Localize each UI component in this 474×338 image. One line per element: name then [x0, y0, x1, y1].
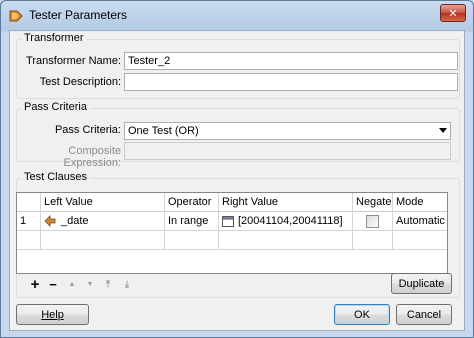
table-row-empty[interactable] [17, 230, 447, 250]
cancel-button[interactable]: Cancel [396, 304, 452, 325]
table-row[interactable]: 1 _date In range [20041104,20041118] Aut… [17, 211, 447, 231]
close-window-button[interactable]: ✕ [440, 4, 466, 22]
fme-app-icon [9, 10, 23, 22]
empty-cell [164, 230, 219, 250]
range-editor-icon [222, 215, 234, 227]
composite-expression-label: Composite Expression: [63, 145, 121, 169]
move-to-top-button[interactable]: ⤒ [101, 277, 115, 291]
empty-cell [392, 230, 447, 250]
left-value-cell[interactable]: _date [40, 211, 165, 231]
dialog-client-area: Transformer Transformer Name: Tester_2 T… [9, 30, 465, 331]
test-description-label: Test Description: [39, 76, 121, 88]
column-header-negate[interactable]: Negate [352, 193, 393, 212]
column-header-mode[interactable]: Mode [392, 193, 447, 212]
move-up-button[interactable]: ▲ [65, 277, 79, 291]
dialog-window: Tester Parameters ✕ Transformer Transfor… [0, 0, 474, 338]
pass-criteria-select[interactable]: One Test (OR) [124, 122, 451, 140]
title-bar[interactable]: Tester Parameters ✕ [1, 1, 473, 29]
right-value-cell[interactable]: [20041104,20041118] [218, 211, 353, 231]
test-description-field[interactable] [124, 73, 458, 91]
empty-cell [40, 230, 165, 250]
empty-cell [352, 230, 393, 250]
cancel-button-label: Cancel [406, 308, 442, 321]
column-header-left-value[interactable]: Left Value [40, 193, 165, 212]
pass-criteria-label: Pass Criteria: [54, 124, 121, 136]
negate-cell[interactable] [352, 211, 393, 231]
transformer-name-label: Transformer Name: [26, 55, 121, 67]
pass-criteria-group-title: Pass Criteria [21, 101, 90, 113]
help-button-label: Help [41, 308, 64, 321]
column-header-right-value[interactable]: Right Value [218, 193, 353, 212]
close-icon: ✕ [448, 7, 458, 20]
help-button[interactable]: Help [16, 304, 89, 325]
window-title: Tester Parameters [29, 8, 128, 22]
mode-cell[interactable]: Automatic [392, 211, 447, 231]
pass-criteria-value: One Test (OR) [128, 125, 199, 137]
test-clauses-grid: Left Value Operator Right Value Negate M… [16, 192, 448, 274]
operator-cell[interactable]: In range [164, 211, 219, 231]
composite-expression-field [124, 142, 451, 160]
test-clauses-table: Left Value Operator Right Value Negate M… [17, 193, 447, 250]
test-clauses-group-title: Test Clauses [21, 171, 90, 183]
row-number-header [17, 193, 41, 212]
transformer-name-field[interactable]: Tester_2 [124, 52, 458, 70]
duplicate-button[interactable]: Duplicate [391, 273, 452, 294]
empty-cell [218, 230, 353, 250]
row-number[interactable]: 1 [17, 211, 41, 231]
negate-checkbox[interactable] [366, 214, 379, 228]
chevron-down-icon [439, 128, 447, 133]
add-clause-button[interactable]: + [28, 276, 42, 293]
left-value-text: _date [61, 214, 89, 227]
right-value-text: [20041104,20041118] [238, 215, 343, 227]
move-to-bottom-button[interactable]: ⤓ [120, 277, 134, 291]
duplicate-button-label: Duplicate [398, 277, 445, 290]
remove-clause-button[interactable]: − [46, 277, 60, 292]
column-header-operator[interactable]: Operator [164, 193, 219, 212]
table-header-row: Left Value Operator Right Value Negate M… [17, 193, 447, 212]
move-down-button[interactable]: ▼ [83, 277, 97, 291]
ok-button[interactable]: OK [334, 304, 390, 325]
attribute-arrow-icon [44, 215, 56, 228]
transformer-group-title: Transformer [21, 32, 87, 44]
ok-button-label: OK [354, 308, 370, 321]
empty-cell [17, 230, 41, 250]
